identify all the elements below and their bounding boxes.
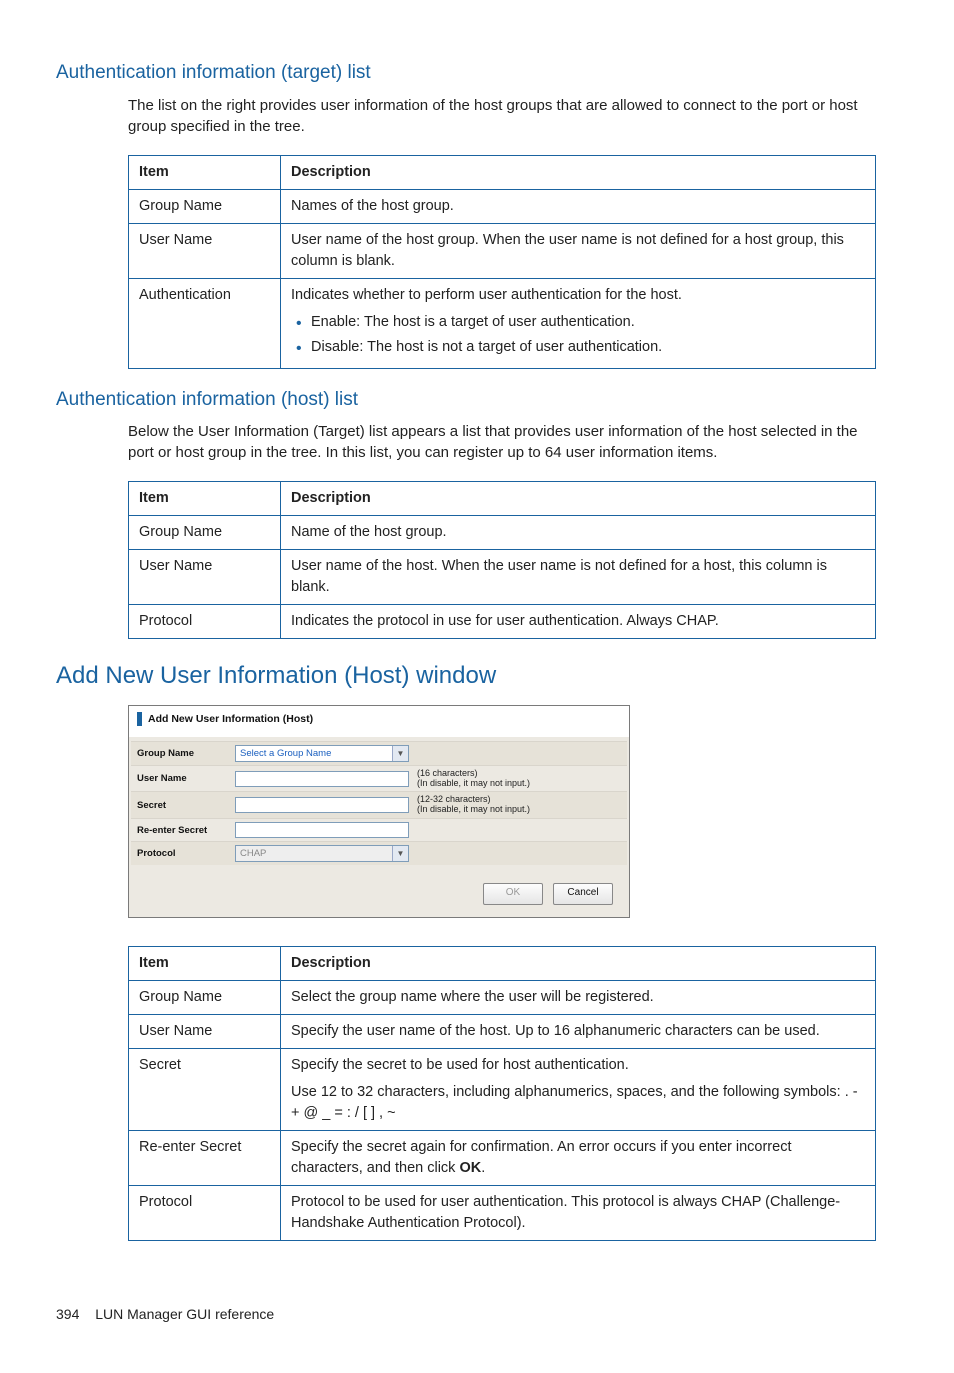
- page-footer: 394 LUN Manager GUI reference: [56, 1305, 874, 1325]
- cell-item: Re-enter Secret: [129, 1131, 281, 1186]
- heading-auth-target-list: Authentication information (target) list: [56, 60, 874, 87]
- th-description: Description: [281, 482, 876, 516]
- table-auth-host: Item Description Group Name Name of the …: [128, 481, 876, 639]
- protocol-value: CHAP: [240, 847, 266, 860]
- cell-item: Protocol: [129, 605, 281, 639]
- th-item: Item: [129, 947, 281, 981]
- th-item: Item: [129, 482, 281, 516]
- help-secret: (12-32 characters) (In disable, it may n…: [417, 795, 530, 815]
- table-row: Group Name Select the group name where t…: [129, 981, 876, 1015]
- group-name-value: Select a Group Name: [240, 747, 331, 760]
- cell-item: Protocol: [129, 1186, 281, 1241]
- secret-line1: Specify the secret to be used for host a…: [291, 1055, 865, 1076]
- cell-desc: Name of the host group.: [281, 516, 876, 550]
- cell-item: User Name: [129, 550, 281, 605]
- cell-desc: Protocol to be used for user authenticat…: [281, 1186, 876, 1241]
- cell-desc: User name of the host group. When the us…: [281, 223, 876, 278]
- cell-desc: Indicates whether to perform user authen…: [281, 278, 876, 368]
- label-reenter-secret: Re-enter Secret: [131, 820, 229, 841]
- dialog-title-text: Add New User Information (Host): [148, 712, 313, 727]
- add-user-info-dialog: Add New User Information (Host) Group Na…: [128, 705, 630, 918]
- chevron-down-icon: ▼: [392, 846, 408, 861]
- cancel-button[interactable]: Cancel: [553, 883, 613, 905]
- cell-item: Group Name: [129, 189, 281, 223]
- cell-desc: Specify the secret to be used for host a…: [281, 1049, 876, 1131]
- auth-desc-intro: Indicates whether to perform user authen…: [291, 287, 682, 303]
- page-number: 394: [56, 1306, 79, 1322]
- cell-desc: Specify the user name of the host. Up to…: [281, 1015, 876, 1049]
- label-user-name: User Name: [131, 768, 229, 789]
- reenter-desc-ok: OK: [459, 1160, 481, 1176]
- group-name-select[interactable]: Select a Group Name ▼: [235, 745, 409, 762]
- table-header-row: Item Description: [129, 947, 876, 981]
- cell-desc: Names of the host group.: [281, 189, 876, 223]
- reenter-desc-post: .: [481, 1160, 485, 1176]
- table-row: User Name User name of the host group. W…: [129, 223, 876, 278]
- cell-desc: Specify the secret again for confirmatio…: [281, 1131, 876, 1186]
- heading-auth-host-list: Authentication information (host) list: [56, 387, 874, 414]
- cell-desc: User name of the host. When the user nam…: [281, 550, 876, 605]
- user-name-input[interactable]: [235, 771, 409, 787]
- table-row: Group Name Names of the host group.: [129, 189, 876, 223]
- intro-auth-host: Below the User Information (Target) list…: [128, 421, 874, 463]
- accent-icon: [137, 712, 142, 726]
- table-row: User Name Specify the user name of the h…: [129, 1015, 876, 1049]
- reenter-desc-pre: Specify the secret again for confirmatio…: [291, 1139, 791, 1176]
- table-row: Protocol Protocol to be used for user au…: [129, 1186, 876, 1241]
- label-secret: Secret: [131, 795, 229, 816]
- table-header-row: Item Description: [129, 482, 876, 516]
- footer-title: LUN Manager GUI reference: [95, 1306, 274, 1322]
- intro-auth-target: The list on the right provides user info…: [128, 95, 874, 137]
- cell-item: User Name: [129, 223, 281, 278]
- table-row: User Name User name of the host. When th…: [129, 550, 876, 605]
- ok-button[interactable]: OK: [483, 883, 543, 905]
- table-header-row: Item Description: [129, 155, 876, 189]
- cell-item: User Name: [129, 1015, 281, 1049]
- cell-desc: Select the group name where the user wil…: [281, 981, 876, 1015]
- cell-item: Authentication: [129, 278, 281, 368]
- cell-item: Secret: [129, 1049, 281, 1131]
- table-row: Secret Specify the secret to be used for…: [129, 1049, 876, 1131]
- cell-item: Group Name: [129, 981, 281, 1015]
- chevron-down-icon: ▼: [392, 746, 408, 761]
- table-row: Protocol Indicates the protocol in use f…: [129, 605, 876, 639]
- secret-line2: Use 12 to 32 characters, including alpha…: [291, 1082, 865, 1124]
- cell-desc: Indicates the protocol in use for user a…: [281, 605, 876, 639]
- dialog-screenshot: Add New User Information (Host) Group Na…: [128, 705, 874, 918]
- th-item: Item: [129, 155, 281, 189]
- th-description: Description: [281, 155, 876, 189]
- table-row: Group Name Name of the host group.: [129, 516, 876, 550]
- th-description: Description: [281, 947, 876, 981]
- table-auth-target: Item Description Group Name Names of the…: [128, 155, 876, 369]
- table-row: Authentication Indicates whether to perf…: [129, 278, 876, 368]
- label-group-name: Group Name: [131, 743, 229, 764]
- list-item: Enable: The host is a target of user aut…: [311, 312, 865, 333]
- heading-add-user-window: Add New User Information (Host) window: [56, 659, 874, 693]
- table-row: Re-enter Secret Specify the secret again…: [129, 1131, 876, 1186]
- cell-item: Group Name: [129, 516, 281, 550]
- reenter-secret-input[interactable]: [235, 822, 409, 838]
- label-protocol: Protocol: [131, 843, 229, 864]
- dialog-title-bar: Add New User Information (Host): [129, 706, 629, 737]
- secret-input[interactable]: [235, 797, 409, 813]
- help-user-name: (16 characters) (In disable, it may not …: [417, 769, 530, 789]
- list-item: Disable: The host is not a target of use…: [311, 337, 865, 358]
- protocol-select[interactable]: CHAP ▼: [235, 845, 409, 862]
- table-add-user-fields: Item Description Group Name Select the g…: [128, 946, 876, 1241]
